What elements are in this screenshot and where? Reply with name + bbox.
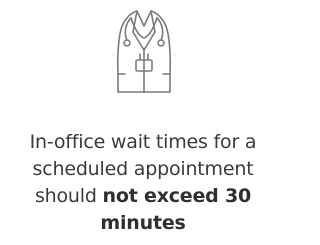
wait-time-caption: In-office wait times for a scheduled app… (0, 129, 286, 237)
wait-time-card: In-office wait times for a scheduled app… (0, 0, 286, 245)
caption-line-1: In-office wait times for a (29, 131, 257, 153)
caption-line-3-prefix: should (34, 185, 103, 207)
caption-line-3: should not exceed 30 (0, 183, 286, 210)
doctor-coat-stethoscope-icon (113, 2, 175, 94)
caption-emphasis-2: minutes (100, 212, 186, 234)
caption-line-4: minutes (0, 210, 286, 237)
caption-emphasis-1: not exceed 30 (102, 185, 252, 207)
caption-line-2: scheduled appointment (32, 158, 254, 180)
